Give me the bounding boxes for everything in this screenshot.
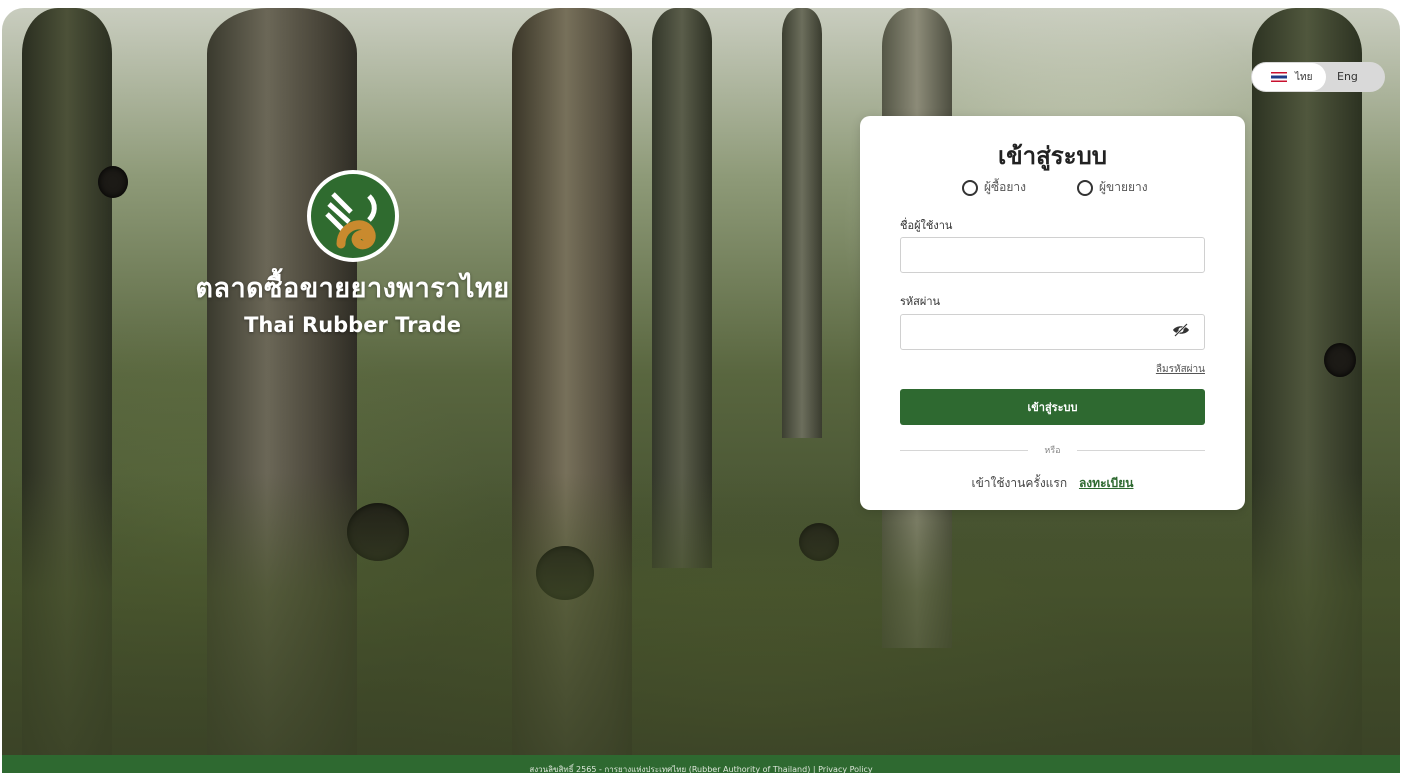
first-time-text: เข้าใช้งานครั้งแรก bbox=[971, 476, 1068, 490]
login-card: เข้าสู่ระบบ ผู้ซื้อยาง ผู้ขายยาง ชื่อผู้… bbox=[860, 116, 1245, 510]
password-label: รหัสผ่าน bbox=[900, 295, 941, 308]
role-option-seller[interactable]: ผู้ขายยาง bbox=[1077, 178, 1148, 197]
radio-icon[interactable] bbox=[1077, 179, 1093, 196]
login-title: เข้าสู่ระบบ bbox=[998, 142, 1107, 170]
brand-block: ตลาดซื้อขายยางพาราไทย Thai Rubber Trade bbox=[180, 170, 525, 340]
privacy-policy-link[interactable]: Privacy Policy bbox=[818, 765, 873, 773]
language-option-english[interactable]: Eng bbox=[1337, 70, 1358, 83]
or-label: หรือ bbox=[1044, 446, 1061, 456]
footer: สงวนลิขสิทธิ์ 2565 - การยางแห่งประเทศไทย… bbox=[2, 755, 1400, 773]
or-divider: หรือ bbox=[900, 443, 1205, 457]
register-row: เข้าใช้งานครั้งแรก ลงทะเบียน bbox=[860, 474, 1245, 493]
footer-copyright: สงวนลิขสิทธิ์ 2565 - การยางแห่งประเทศไทย… bbox=[529, 765, 816, 773]
thai-flag-icon bbox=[1271, 72, 1287, 82]
rubber-authority-logo-icon bbox=[306, 170, 399, 262]
role-seller-label: ผู้ขายยาง bbox=[1099, 180, 1148, 194]
role-option-buyer[interactable]: ผู้ซื้อยาง bbox=[962, 178, 1026, 197]
brand-title-english: Thai Rubber Trade bbox=[244, 313, 461, 337]
language-thai-label: ไทย bbox=[1295, 71, 1313, 83]
username-input[interactable] bbox=[900, 237, 1205, 273]
language-switcher: ไทย Eng bbox=[1251, 62, 1385, 92]
role-buyer-label: ผู้ซื้อยาง bbox=[984, 180, 1027, 194]
password-input[interactable] bbox=[900, 314, 1205, 350]
username-label: ชื่อผู้ใช้งาน bbox=[900, 219, 953, 232]
register-link[interactable]: ลงทะเบียน bbox=[1079, 476, 1134, 490]
login-button[interactable]: เข้าสู่ระบบ bbox=[900, 389, 1205, 425]
eye-slash-icon[interactable] bbox=[1172, 323, 1190, 337]
brand-title-thai: ตลาดซื้อขายยางพาราไทย bbox=[195, 273, 510, 304]
radio-icon[interactable] bbox=[962, 179, 978, 196]
language-option-thai[interactable]: ไทย bbox=[1252, 63, 1326, 91]
forgot-password-link[interactable]: ลืมรหัสผ่าน bbox=[1156, 362, 1205, 377]
